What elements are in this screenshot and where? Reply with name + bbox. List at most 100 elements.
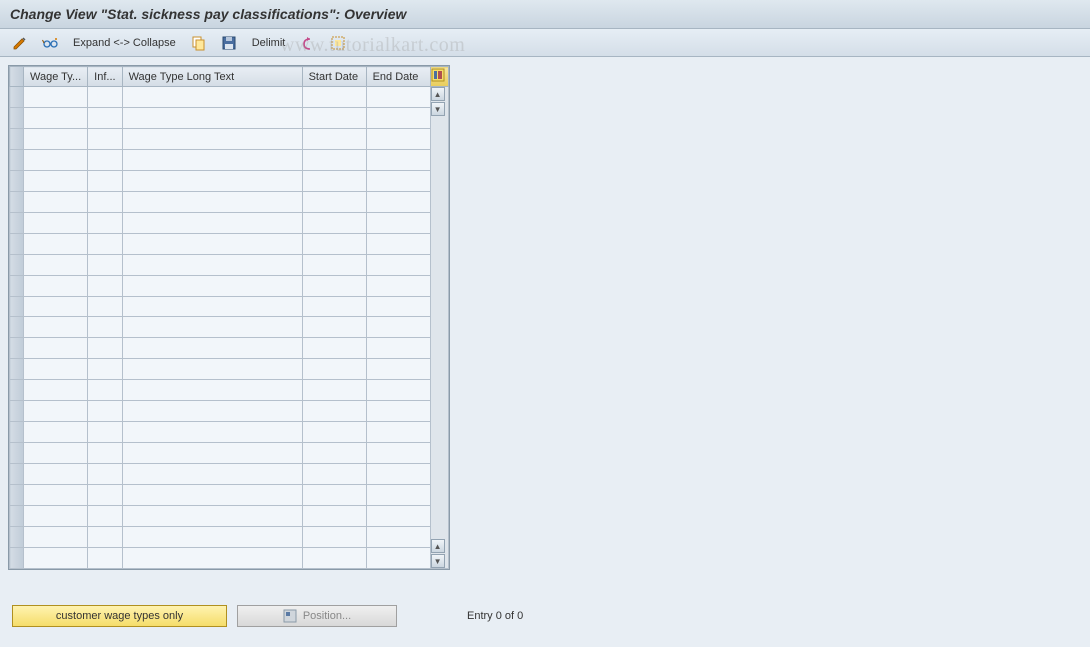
cell[interactable] [122,401,302,422]
cell[interactable] [88,254,122,275]
other-view-button[interactable] [38,32,62,54]
cell[interactable] [122,212,302,233]
scroll-up-bottom-button[interactable]: ▲ [431,539,445,553]
cell[interactable] [366,485,430,506]
cell[interactable] [122,359,302,380]
cell[interactable] [302,149,366,170]
cell[interactable] [88,380,122,401]
row-selector[interactable] [10,527,24,548]
cell[interactable] [366,128,430,149]
row-selector[interactable] [10,170,24,191]
table-row[interactable] [10,527,449,548]
table-row[interactable]: ▲▼▲▼ [10,87,449,108]
cell[interactable] [24,254,88,275]
row-selector[interactable] [10,296,24,317]
cell[interactable] [88,212,122,233]
cell[interactable] [24,317,88,338]
cell[interactable] [88,128,122,149]
cell[interactable] [302,212,366,233]
cell[interactable] [88,547,122,568]
table-row[interactable] [10,317,449,338]
table-row[interactable] [10,485,449,506]
cell[interactable] [302,233,366,254]
table-row[interactable] [10,401,449,422]
select-all-button[interactable] [326,32,350,54]
cell[interactable] [122,380,302,401]
cell[interactable] [24,359,88,380]
table-row[interactable] [10,170,449,191]
cell[interactable] [24,191,88,212]
row-selector[interactable] [10,380,24,401]
cell[interactable] [88,443,122,464]
cell[interactable] [24,233,88,254]
cell[interactable] [302,359,366,380]
cell[interactable] [122,527,302,548]
expand-collapse-button[interactable]: Expand <-> Collapse [68,35,181,51]
cell[interactable] [366,254,430,275]
cell[interactable] [88,275,122,296]
table-row[interactable] [10,254,449,275]
cell[interactable] [366,107,430,128]
table-row[interactable] [10,212,449,233]
row-selector[interactable] [10,233,24,254]
cell[interactable] [122,338,302,359]
scroll-up-button[interactable]: ▲ [431,87,445,101]
vertical-scrollbar[interactable]: ▲▼▲▼ [430,87,448,569]
col-header-start-date[interactable]: Start Date [302,67,366,87]
cell[interactable] [366,422,430,443]
data-grid[interactable]: Wage Ty... Inf... Wage Type Long Text St… [9,66,449,569]
row-selector[interactable] [10,506,24,527]
cell[interactable] [302,422,366,443]
row-selector[interactable] [10,443,24,464]
cell[interactable] [24,443,88,464]
cell[interactable] [24,485,88,506]
row-selector[interactable] [10,422,24,443]
cell[interactable] [366,149,430,170]
position-button[interactable]: Position... [237,605,397,627]
cell[interactable] [366,380,430,401]
cell[interactable] [24,527,88,548]
row-selector[interactable] [10,464,24,485]
col-header-wage-type[interactable]: Wage Ty... [24,67,88,87]
row-selector[interactable] [10,254,24,275]
cell[interactable] [24,296,88,317]
row-selector[interactable] [10,359,24,380]
cell[interactable] [24,107,88,128]
cell[interactable] [122,317,302,338]
row-selector[interactable] [10,485,24,506]
cell[interactable] [302,338,366,359]
cell[interactable] [302,464,366,485]
table-row[interactable] [10,359,449,380]
table-row[interactable] [10,338,449,359]
table-row[interactable] [10,128,449,149]
cell[interactable] [366,464,430,485]
copy-button[interactable] [187,32,211,54]
cell[interactable] [24,506,88,527]
cell[interactable] [88,359,122,380]
cell[interactable] [366,443,430,464]
cell[interactable] [302,506,366,527]
cell[interactable] [366,87,430,108]
cell[interactable] [366,233,430,254]
cell[interactable] [366,527,430,548]
cell[interactable] [122,506,302,527]
row-selector[interactable] [10,317,24,338]
cell[interactable] [366,401,430,422]
cell[interactable] [122,107,302,128]
table-row[interactable] [10,296,449,317]
table-row[interactable] [10,443,449,464]
cell[interactable] [302,401,366,422]
cell[interactable] [366,547,430,568]
cell[interactable] [88,338,122,359]
cell[interactable] [302,317,366,338]
table-row[interactable] [10,107,449,128]
cell[interactable] [302,296,366,317]
cell[interactable] [122,275,302,296]
cell[interactable] [88,191,122,212]
cell[interactable] [122,485,302,506]
cell[interactable] [302,254,366,275]
col-header-long-text[interactable]: Wage Type Long Text [122,67,302,87]
cell[interactable] [122,422,302,443]
cell[interactable] [24,380,88,401]
table-row[interactable] [10,275,449,296]
